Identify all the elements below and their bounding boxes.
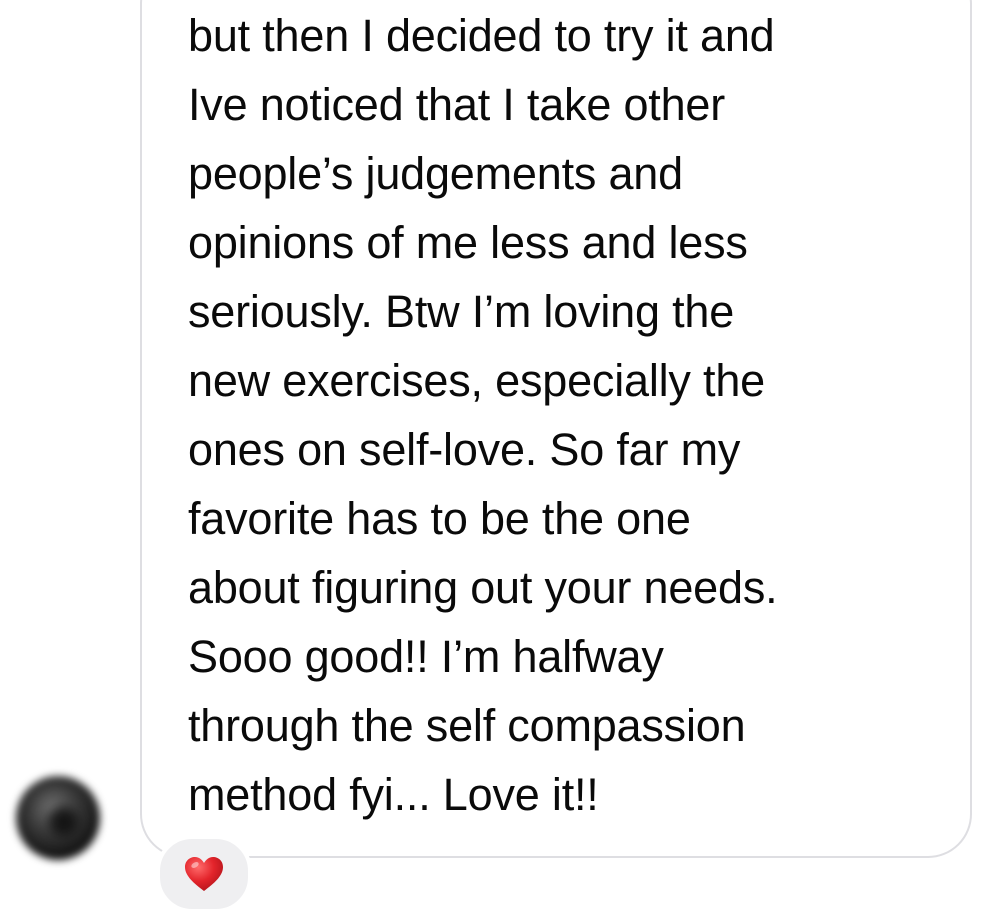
message-line: new exercises, especially the (188, 355, 765, 406)
message-line: method fyi... Love it!! (188, 769, 599, 820)
message-line: opinions of me less and less (188, 217, 748, 268)
avatar-shadow (48, 806, 78, 836)
message-text: but then I decided to try it and Ive not… (188, 10, 778, 838)
message-line: but then I decided to try it and (188, 10, 775, 61)
message-line: through the self compassion (188, 700, 746, 751)
heart-icon (185, 857, 223, 891)
message-line: people’s judgements and (188, 148, 683, 199)
message-line: Sooo good!! I’m halfway (188, 631, 664, 682)
message-line: ones on self-love. So far my (188, 424, 741, 475)
message-line: Ive noticed that I take other (188, 79, 726, 130)
message-line: favorite has to be the one (188, 493, 691, 544)
reaction-badge[interactable] (156, 835, 252, 913)
message-line: about figuring out your needs. (188, 562, 778, 613)
message-line: seriously. Btw I’m loving the (188, 286, 735, 337)
